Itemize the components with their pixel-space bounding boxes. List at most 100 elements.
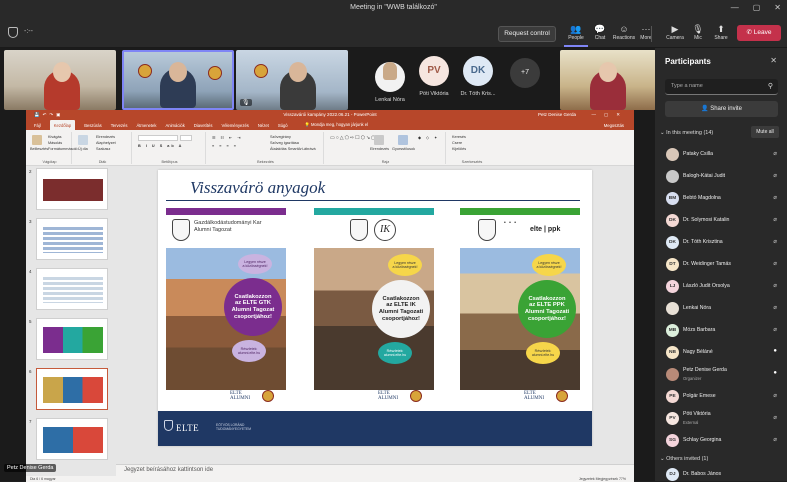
ppt-tab[interactable]: Súgó (278, 123, 288, 128)
more-participants-button[interactable]: +7 (510, 58, 540, 88)
slide-thumbnail[interactable]: 3 (29, 218, 108, 260)
ribbon-group-font: B I U S ab A Betűtípus (134, 132, 206, 164)
participant-row[interactable]: Petz Denise Gerda Organizer ● (655, 364, 787, 386)
new-slide-button[interactable]: Új dia (78, 147, 88, 151)
participant-row[interactable]: DT Dr. Weidinger Tamás ⌀ (655, 254, 787, 276)
others-invited-section-header[interactable]: ⌄ Others invited (1) (660, 456, 708, 462)
ppt-tab[interactable]: Tervezés (111, 123, 128, 128)
participant-row[interactable]: DK Dr. Tóth Krisztina ⌀ (655, 232, 787, 254)
mute-all-button[interactable]: Mute all (751, 126, 779, 138)
reactions-button[interactable]: ☺ Reactions (612, 23, 636, 47)
video-tile[interactable]: 🎙 (236, 50, 348, 110)
view-zoom-controls[interactable]: Jegyzetek Megjegyzések 77% (579, 477, 626, 481)
close-window-button[interactable]: ✕ (774, 3, 781, 12)
participant-row[interactable]: PV Pöti Viktória External ⌀ (655, 408, 787, 430)
ppt-user-name: Petz Denise Gerda (537, 112, 576, 117)
current-slide[interactable]: Visszavárö anyagok Gazdálkodástudományi … (158, 170, 592, 446)
align-text-button[interactable]: Szöveg igazítása (270, 141, 299, 145)
slide-thumbnail[interactable]: 7 (29, 418, 108, 460)
minimize-button[interactable]: — (731, 3, 739, 12)
avatar: DK (666, 236, 679, 249)
reset-button[interactable]: Alaphelyzet (96, 141, 116, 145)
section-button[interactable]: Szakasz (96, 147, 110, 151)
avatar: PE (666, 390, 679, 403)
participant-face (599, 62, 617, 82)
leave-button[interactable]: ✆ Leave (737, 25, 781, 41)
window-controls: — ▢ ✕ (731, 3, 781, 12)
arrange-button[interactable]: Elrendezés (370, 147, 389, 151)
paste-icon (32, 135, 42, 145)
ppt-share-button[interactable]: Megosztás (604, 123, 624, 128)
mic-button[interactable]: 🎙 Mic (686, 23, 710, 47)
avatar-tile[interactable]: DK Dr. Tóth Kris... (458, 56, 498, 97)
layout-button[interactable]: Elrendezés (96, 135, 115, 139)
maximize-button[interactable]: ▢ (753, 3, 761, 12)
participant-list: Pataky Csilla ⌀ Balogh-Kátai Judit ⌀ BM Beb… (655, 144, 787, 452)
ppt-tab[interactable]: Animációk (165, 123, 184, 128)
participant-row[interactable]: MB Mózs Barbara ⌀ (655, 320, 787, 342)
notes-pane[interactable]: Jegyzet beírásához kattintson ide (116, 464, 634, 476)
text-direction-button[interactable]: Szövegirány (270, 135, 291, 139)
avatar (375, 62, 405, 92)
chat-button[interactable]: 💬 Chat (588, 23, 612, 47)
font-format-buttons[interactable]: B I U S ab A (138, 144, 183, 148)
more-button[interactable]: ··· More (634, 23, 658, 47)
window-title: Meeting in "WWB találkozó" (350, 4, 437, 11)
people-button[interactable]: 👥 People (564, 23, 588, 47)
share-invite-button[interactable]: 👤 Share invite (665, 101, 778, 117)
elte-crest-icon (172, 219, 190, 241)
quick-styles-button[interactable]: Gyorsstílusok (392, 147, 415, 151)
list-buttons[interactable]: ☰ ☷ ⇤ ⇥ (212, 135, 242, 140)
shapes-gallery[interactable]: ▭○△⬠⇨☐⬡↘▢ (330, 135, 376, 153)
avatar-tile[interactable]: PV Pöti Viktória (414, 56, 454, 97)
participant-row[interactable]: LJ László Judit Orsolya ⌀ (655, 276, 787, 298)
participant-name: Balogh-Kátai Judit (683, 173, 726, 179)
find-button[interactable]: Keresés (452, 135, 466, 139)
ppt-tab[interactable]: Véleményezés (221, 123, 248, 128)
participant-row[interactable]: Balogh-Kátai Judit ⌀ (655, 166, 787, 188)
invited-participant-row[interactable]: DJ Dr. Babos János (655, 466, 787, 481)
select-button[interactable]: Kijelölés (452, 147, 466, 151)
participant-row[interactable]: Lenkai Nóra ⌀ (655, 298, 787, 320)
paste-button[interactable]: Beillesztés (30, 147, 48, 151)
ppt-tab-active[interactable]: Kezdőlap (49, 120, 76, 130)
avatar-tile[interactable]: Lenkai Nóra (370, 56, 410, 103)
participant-row[interactable]: NB Nagy Béláné ● (655, 342, 787, 364)
slide-thumbnail-selected[interactable]: 6 (29, 368, 108, 410)
participant-search-input[interactable]: Type a name ⚲ (665, 79, 778, 95)
close-icon[interactable]: ✕ (770, 56, 777, 65)
slide-thumbnail[interactable]: 5 (29, 318, 108, 360)
in-meeting-section-header[interactable]: ⌄ In this meeting (14) (660, 130, 713, 136)
participant-row[interactable]: SG Schlay Georgina ⌀ (655, 430, 787, 452)
request-control-button[interactable]: Request control (498, 26, 556, 42)
align-buttons[interactable]: ≡ ≡ ≡ ≡ (212, 144, 238, 148)
participant-row[interactable]: DK Dr. Solymosi Katalin ⌀ (655, 210, 787, 232)
cut-button[interactable]: Kivágás (48, 135, 62, 139)
font-name-select[interactable] (138, 135, 178, 141)
slide-thumbnail[interactable]: 4 (29, 268, 108, 310)
copy-button[interactable]: Másolás (48, 141, 62, 145)
slide-thumbnail[interactable]: 2 (29, 168, 108, 210)
camera-button[interactable]: ▶ Camera (663, 23, 687, 47)
video-tile[interactable] (560, 50, 656, 110)
font-size-select[interactable] (180, 135, 192, 141)
ppt-tab[interactable]: Beszúrás (84, 123, 101, 128)
ppt-tab[interactable]: Átmenetek (136, 123, 156, 128)
video-tile[interactable] (4, 50, 116, 110)
tell-me-search[interactable]: 💡 Mondja meg, hogyan járjunk el (305, 122, 368, 128)
participant-row[interactable]: BM Bebtó Magdolna ⌀ (655, 188, 787, 210)
video-tile-active-speaker[interactable] (122, 50, 234, 110)
people-label: People (568, 35, 584, 41)
participant-row[interactable]: Pataky Csilla ⌀ (655, 144, 787, 166)
ppt-tab[interactable]: Fájl (34, 123, 41, 128)
ppt-tab[interactable]: Nézet (258, 123, 269, 128)
share-button[interactable]: ⬆ Share (709, 23, 733, 47)
mic-muted-icon: ⌀ (773, 437, 777, 443)
shape-fill-buttons[interactable]: ◆ ◇ ✦ (418, 135, 439, 140)
participant-name: Dr. Tóth Krisztina (683, 239, 723, 245)
smartart-button[interactable]: Átalakítás SmartArt-ábrává (270, 147, 316, 151)
ppt-tab[interactable]: Diavetítés (194, 123, 213, 128)
participant-row[interactable]: PE Polgár Emese ⌀ (655, 386, 787, 408)
avatar-name: Dr. Tóth Kris... (460, 91, 496, 97)
replace-button[interactable]: Csere (452, 141, 462, 145)
